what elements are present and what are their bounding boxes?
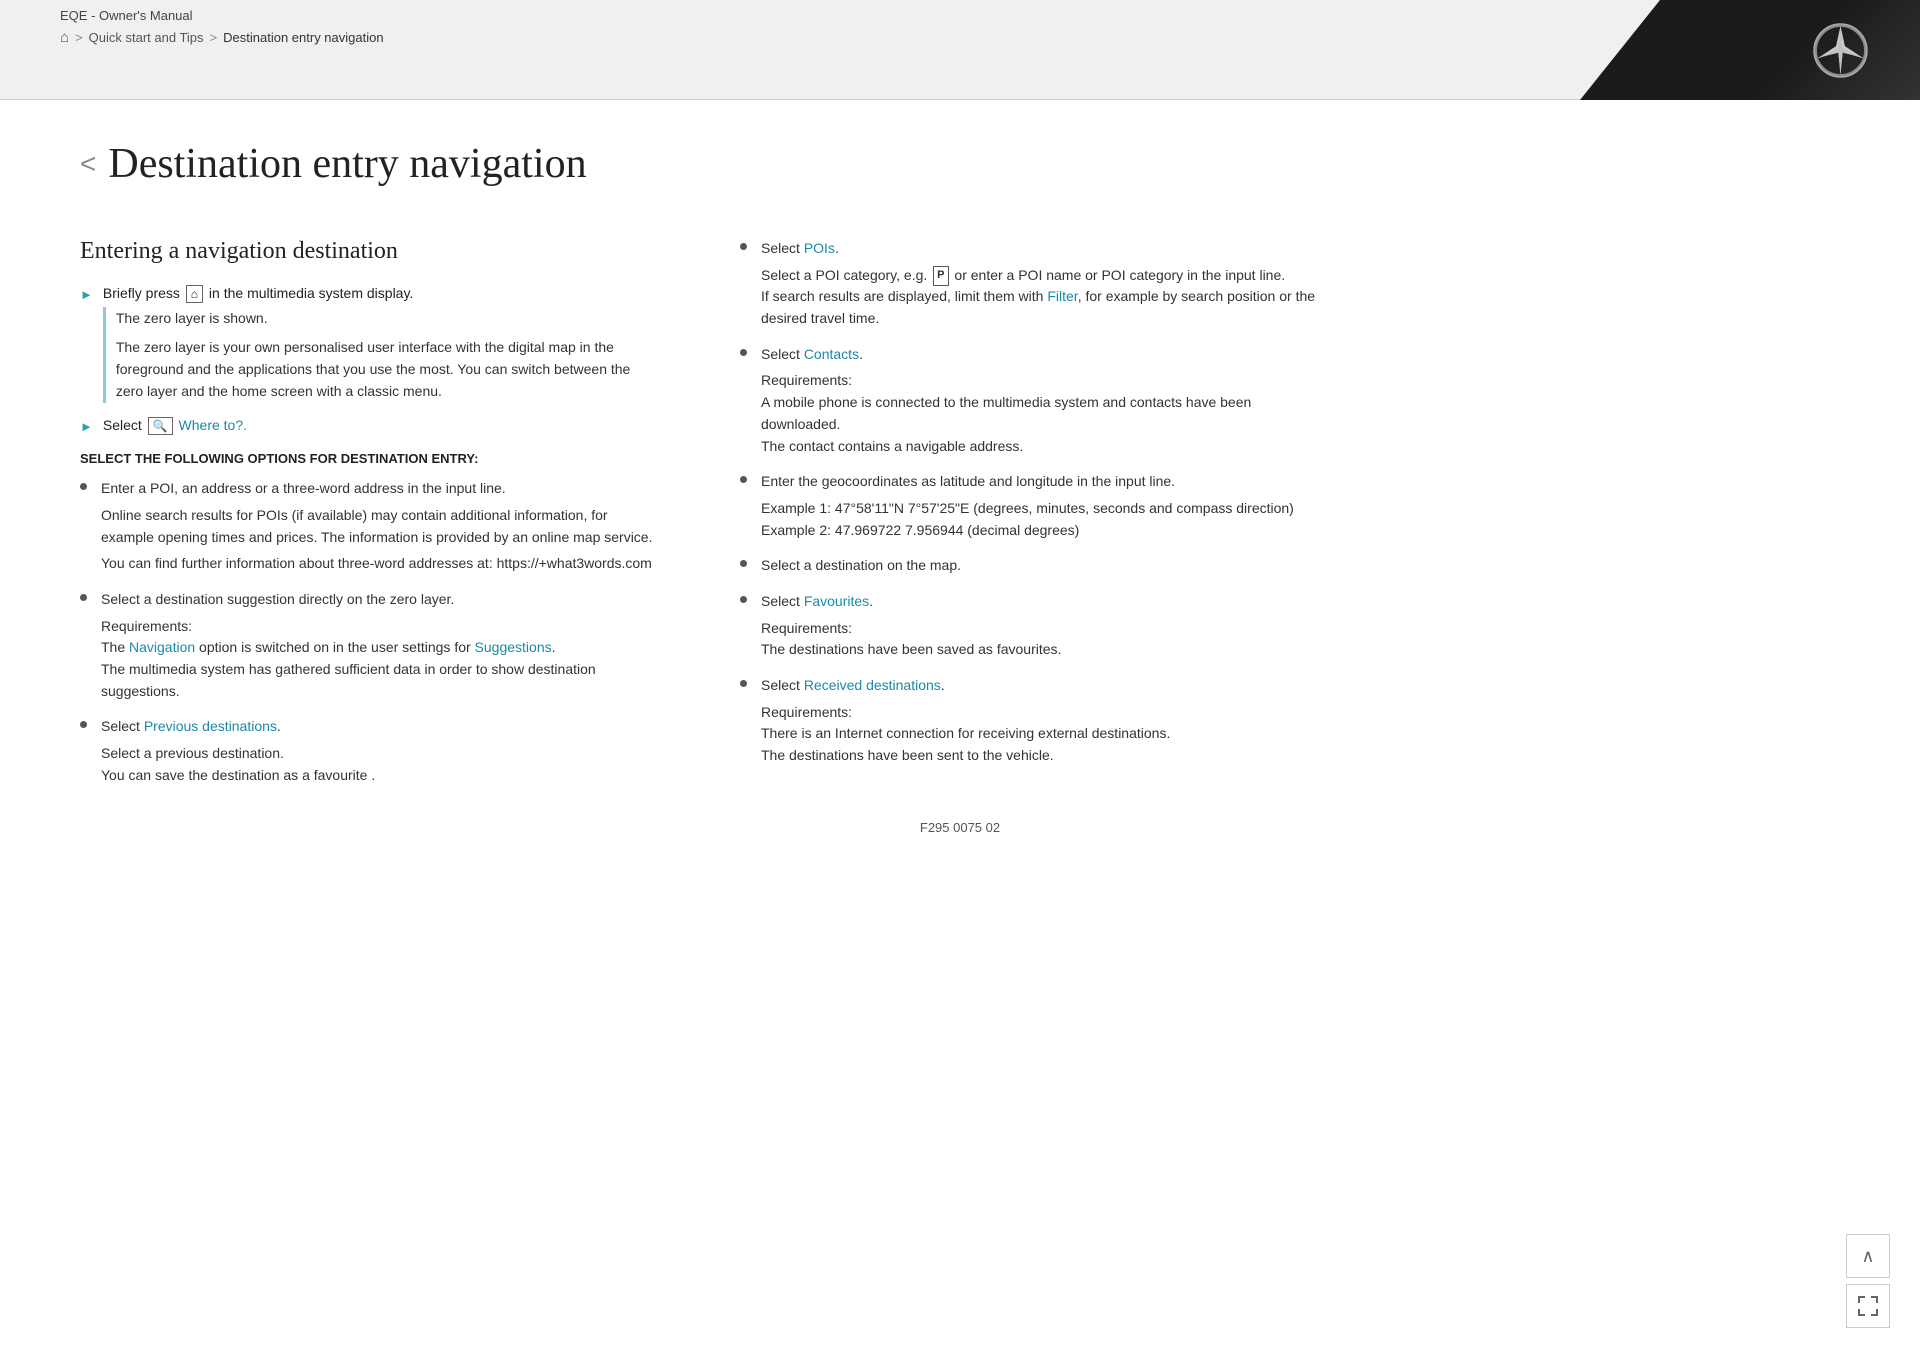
main-content: < Destination entry navigation Entering … <box>0 100 1920 1358</box>
right-contacts-sub: Requirements: A mobile phone is connecte… <box>761 370 1320 457</box>
step2-text: Select 🔍 Where to?. <box>103 417 247 433</box>
footer-code: F295 0075 02 <box>920 820 1000 835</box>
pois-link[interactable]: POIs <box>804 240 835 256</box>
options-bullet-list: Enter a POI, an address or a three-word … <box>80 478 660 786</box>
bullet-poi-content: Enter a POI, an address or a three-word … <box>101 478 660 575</box>
favourites-link[interactable]: Favourites <box>804 593 869 609</box>
right-bullet-dot6 <box>740 680 747 687</box>
right-bullet-geocoords: Enter the geocoordinates as latitude and… <box>740 471 1320 541</box>
right-bullet-favourites: Select Favourites. Requirements: The des… <box>740 591 1320 661</box>
mercedes-star-icon <box>1810 20 1870 80</box>
bullet-poi-sub: Online search results for POIs (if avail… <box>101 505 660 548</box>
breadcrumb-sep2: > <box>210 30 218 45</box>
right-received-sub: Requirements: There is an Internet conne… <box>761 702 1320 767</box>
right-bullet-received: Select Received destinations. Requiremen… <box>740 675 1320 767</box>
step2-content: Select 🔍 Where to?. <box>103 417 660 435</box>
filter-link[interactable]: Filter <box>1047 288 1077 304</box>
step1-block: ► Briefly press ⌂ in the multimedia syst… <box>80 285 660 411</box>
step2-block: ► Select 🔍 Where to?. <box>80 417 660 435</box>
contacts-link[interactable]: Contacts <box>804 346 859 362</box>
section-heading-left: Entering a navigation destination <box>80 238 660 265</box>
left-column: Entering a navigation destination ► Brie… <box>80 238 660 800</box>
right-pois-sub: Select a POI category, e.g. P or enter a… <box>761 265 1320 330</box>
received-destinations-link[interactable]: Received destinations <box>804 677 941 693</box>
right-favourites-sub: Requirements: The destinations have been… <box>761 618 1320 661</box>
right-contacts-content: Select Contacts. Requirements: A mobile … <box>761 344 1320 457</box>
right-bullet-dot2 <box>740 349 747 356</box>
bullet-destination-suggestion: Select a destination suggestion directly… <box>80 589 660 702</box>
breadcrumb-link-quickstart[interactable]: Quick start and Tips <box>89 30 204 45</box>
right-pois-content: Select POIs. Select a POI category, e.g.… <box>761 238 1320 330</box>
step2-arrow-icon: ► <box>80 419 93 435</box>
step1-arrow-icon: ► <box>80 287 93 411</box>
breadcrumb: ⌂ > Quick start and Tips > Destination e… <box>60 29 1860 46</box>
scroll-up-button[interactable]: ∧ <box>1846 1234 1890 1278</box>
step1-sub: The zero layer is shown. The zero layer … <box>103 307 660 403</box>
bullet-previous-destinations: Select Previous destinations. Select a p… <box>80 716 660 786</box>
page-title: Destination entry navigation <box>108 140 586 188</box>
right-bullet-list: Select POIs. Select a POI category, e.g.… <box>740 238 1320 767</box>
right-map-content: Select a destination on the map. <box>761 555 1320 577</box>
right-bullet-dot1 <box>740 243 747 250</box>
footer: F295 0075 02 <box>80 800 1840 855</box>
step1-text: Briefly press ⌂ in the multimedia system… <box>103 285 413 301</box>
bullet-previous-sub: Select a previous destination. You can s… <box>101 743 660 786</box>
right-bullet-map: Select a destination on the map. <box>740 555 1320 577</box>
right-column: Select POIs. Select a POI category, e.g.… <box>740 238 1320 800</box>
step1-sub2: The zero layer is your own personalised … <box>116 336 660 403</box>
bullet-dot2 <box>80 594 87 601</box>
bullet-suggestion-content: Select a destination suggestion directly… <box>101 589 660 702</box>
expand-icon <box>1858 1296 1878 1316</box>
previous-destinations-link[interactable]: Previous destinations <box>144 718 277 734</box>
right-bullet-dot3 <box>740 476 747 483</box>
expand-button[interactable] <box>1846 1284 1890 1328</box>
right-received-content: Select Received destinations. Requiremen… <box>761 675 1320 767</box>
step1-content: Briefly press ⌂ in the multimedia system… <box>103 285 660 411</box>
step1-sub1: The zero layer is shown. <box>116 307 660 329</box>
home-icon[interactable]: ⌂ <box>60 29 69 46</box>
search-button-icon: 🔍 <box>148 417 173 435</box>
where-to-link[interactable]: Where to?. <box>179 417 247 433</box>
right-geocoords-sub: Example 1: 47°58'11"N 7°57'25"E (degrees… <box>761 498 1320 541</box>
suggestions-link[interactable]: Suggestions <box>475 639 552 655</box>
bullet-poi-sub2: You can find further information about t… <box>101 553 660 575</box>
right-bullet-dot4 <box>740 560 747 567</box>
header: EQE - Owner's Manual ⌂ > Quick start and… <box>0 0 1920 100</box>
back-button[interactable]: < <box>80 150 96 178</box>
bullet-dot3 <box>80 721 87 728</box>
breadcrumb-sep1: > <box>75 30 83 45</box>
bullet-poi-address: Enter a POI, an address or a three-word … <box>80 478 660 575</box>
right-geocoords-content: Enter the geocoordinates as latitude and… <box>761 471 1320 541</box>
right-bullet-pois: Select POIs. Select a POI category, e.g.… <box>740 238 1320 330</box>
home-button-icon: ⌂ <box>186 285 203 303</box>
manual-title: EQE - Owner's Manual <box>60 8 1860 23</box>
two-col-layout: Entering a navigation destination ► Brie… <box>80 238 1840 800</box>
bullet-suggestion-sub: Requirements: The Navigation option is s… <box>101 616 660 703</box>
page-title-area: < Destination entry navigation <box>80 140 1840 198</box>
right-bullet-contacts: Select Contacts. Requirements: A mobile … <box>740 344 1320 457</box>
navigation-link[interactable]: Navigation <box>129 639 195 655</box>
options-header: SELECT THE FOLLOWING OPTIONS FOR DESTINA… <box>80 451 660 466</box>
bullet-dot <box>80 483 87 490</box>
poi-box-icon: P <box>933 266 948 285</box>
right-favourites-content: Select Favourites. Requirements: The des… <box>761 591 1320 661</box>
bullet-previous-content: Select Previous destinations. Select a p… <box>101 716 660 786</box>
right-bullet-dot5 <box>740 596 747 603</box>
breadcrumb-current: Destination entry navigation <box>223 30 383 45</box>
